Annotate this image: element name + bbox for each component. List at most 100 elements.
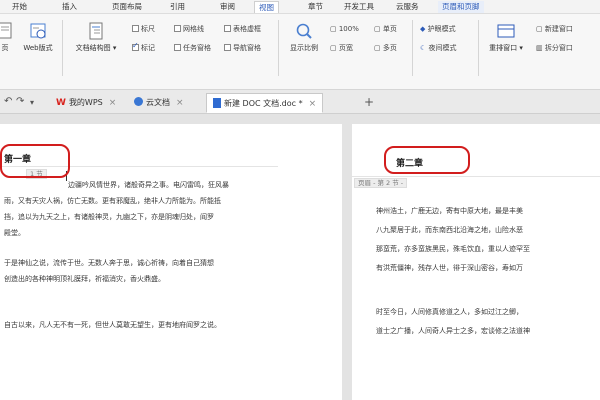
task-pane-checkbox[interactable]: 任务窗格 <box>174 43 211 53</box>
menu-tab-references[interactable]: 引用 <box>166 1 189 13</box>
highlight-annotation <box>0 144 70 178</box>
marks-checkbox[interactable]: 标记 <box>132 41 155 53</box>
gridlines-label: 网格线 <box>183 25 204 33</box>
page-left[interactable]: 第一章 1 节 边疆吟风情世界，诸般奇异之事。电闪雷鸣，狂风暴 雨，又有天灾人祸… <box>0 124 342 400</box>
checkbox-icon <box>174 25 181 32</box>
close-icon[interactable]: × <box>176 98 184 108</box>
read-mode-label: 页 <box>1 44 9 52</box>
chevron-down-icon: ▾ <box>110 44 117 52</box>
tab-my-wps-label: 我的WPS <box>68 98 103 107</box>
gridlines-checkbox[interactable]: 网格线 <box>174 24 204 34</box>
paragraph-line: 自古以来，凡人无不有一死，但世人莫敢无望生，更有地府阎罗之说。 <box>4 321 221 329</box>
close-icon[interactable]: × <box>109 98 117 108</box>
checkbox-icon <box>224 25 231 32</box>
menu-tab-cloud[interactable]: 云服务 <box>392 1 423 13</box>
marks-label: 标记 <box>141 44 155 52</box>
wps-logo-icon: W <box>56 98 66 108</box>
tab-cloud-docs[interactable]: 云文档 × <box>128 93 190 113</box>
ribbon: 页 Web版式 文档结构图 ▾ 标尺 网格线 表格虚框 标记 任务窗格 导航窗格… <box>0 14 600 90</box>
page-width-label: 页宽 <box>338 44 353 52</box>
zoom-button[interactable]: 显示比例 <box>284 22 324 53</box>
outline-button[interactable]: 文档结构图 ▾ <box>68 22 124 53</box>
table-gridlines-checkbox[interactable]: 表格虚框 <box>224 24 261 34</box>
new-window-button[interactable]: ▢ 新建窗口 <box>536 24 573 34</box>
header-section-tag: 页眉 - 第 2 节 - <box>354 178 408 188</box>
cloud-icon <box>134 97 143 106</box>
task-pane-label: 任务窗格 <box>183 44 211 52</box>
zoom-100-label: 100% <box>338 25 359 33</box>
magnifier-icon <box>296 23 312 39</box>
eye-protect-button[interactable]: ◆ 护眼模式 <box>420 24 456 34</box>
highlight-annotation <box>384 146 470 174</box>
paragraph-line: 那蛮荒，亦多蛮族黑民，殊毛饮血，重以人迹罕至 <box>376 245 530 253</box>
paragraph-line: 雨，又有天灾人祸，仿亡无数。更有邪魔乱，绝非人力所能为。所能抵 <box>4 197 221 205</box>
read-mode-button[interactable]: 页 <box>0 22 16 53</box>
web-layout-button[interactable]: Web版式 <box>20 22 56 53</box>
split-window-label: 拆分窗口 <box>544 44 573 52</box>
ribbon-separator <box>62 20 63 76</box>
paragraph-line: 有洪荒僵神，残存人世，徘于深山密谷，寿如万 <box>376 264 523 272</box>
menu-tab-insert[interactable]: 插入 <box>58 1 81 13</box>
undo-icon[interactable]: ↶ <box>4 96 12 107</box>
page-width-button[interactable]: ▢ 页宽 <box>330 43 353 53</box>
chevron-down-icon: ▾ <box>517 44 523 52</box>
rearrange-windows-button[interactable]: 重排窗口 ▾ <box>484 22 528 53</box>
checkbox-icon <box>174 44 181 51</box>
paragraph-line: 挡，追以为九天之上，有诸般神灵，九幽之下，亦是阴魂归处，阎罗 <box>4 213 214 221</box>
menu-tab-page-layout[interactable]: 页面布局 <box>108 1 146 13</box>
paragraph-line: 八九聚居于此，而东南西北沿海之地，山险水恶 <box>376 226 523 234</box>
tab-new-doc-label: 新建 DOC 文档.doc * <box>224 99 303 108</box>
table-gridlines-label: 表格虚框 <box>233 25 261 33</box>
ribbon-separator <box>412 20 413 76</box>
zoom-100-button[interactable]: ▢ 100% <box>330 24 359 34</box>
page-right[interactable]: 第二章 页眉 - 第 2 节 - 神州浩土，广鹿无边，寄有中原大地，最是丰美 八… <box>352 124 600 400</box>
nav-pane-label: 导航窗格 <box>233 44 261 52</box>
night-mode-label: 夜间模式 <box>428 44 457 52</box>
web-layout-label: Web版式 <box>23 44 53 52</box>
night-mode-button[interactable]: ☾ 夜间模式 <box>420 43 457 53</box>
document-area: 第一章 1 节 边疆吟风情世界，诸般奇异之事。电闪雷鸣，狂风暴 雨，又有天灾人祸… <box>0 114 600 400</box>
checkbox-checked-icon <box>132 41 139 51</box>
menu-tab-header-footer[interactable]: 页眉和页脚 <box>438 1 484 13</box>
ribbon-separator <box>478 20 479 76</box>
single-page-button[interactable]: ▢ 单页 <box>374 24 397 34</box>
split-window-button[interactable]: ▥ 拆分窗口 <box>536 43 573 53</box>
redo-icon[interactable]: ↷ <box>16 96 24 107</box>
zoom-label: 显示比例 <box>290 44 318 52</box>
rearrange-label: 重排窗口 <box>489 44 518 52</box>
tab-new-doc[interactable]: 新建 DOC 文档.doc * × <box>206 93 324 113</box>
split-window-icon: ▥ <box>536 44 545 52</box>
single-page-label: 单页 <box>382 25 397 33</box>
checkbox-icon <box>132 25 139 32</box>
page-width-icon: ▢ <box>330 44 339 52</box>
rearrange-windows-icon <box>497 24 515 38</box>
document-icon <box>213 98 221 108</box>
nav-pane-checkbox[interactable]: 导航窗格 <box>224 43 261 53</box>
paragraph-line: 于是神仙之说，流传于世。无数人奔于思，诚心祈祷，向着自己猜想 <box>4 259 214 267</box>
paragraph-line: 创造出的各种神明顶礼膜拜，祈福消灾，香火鼎盛。 <box>4 275 165 283</box>
multi-page-icon: ▢ <box>374 44 383 52</box>
ruler-checkbox[interactable]: 标尺 <box>132 24 155 34</box>
tab-my-wps[interactable]: W 我的WPS × <box>50 93 122 113</box>
menu-tab-home[interactable]: 开始 <box>8 1 31 13</box>
new-window-label: 新建窗口 <box>544 25 573 33</box>
multi-page-button[interactable]: ▢ 多页 <box>374 43 397 53</box>
menu-tab-view[interactable]: 视图 <box>254 1 279 13</box>
multi-page-label: 多页 <box>382 44 397 52</box>
tab-cloud-docs-label: 云文档 <box>146 98 170 107</box>
document-outline-icon <box>89 22 103 40</box>
close-icon[interactable]: × <box>309 99 317 109</box>
moon-icon: ☾ <box>420 44 429 52</box>
chevron-down-icon[interactable]: ▾ <box>30 98 34 107</box>
menu-tab-review[interactable]: 审阅 <box>216 1 239 13</box>
menu-tab-chapter[interactable]: 章节 <box>304 1 327 13</box>
zoom-100-icon: ▢ <box>330 25 339 33</box>
read-mode-icon <box>0 22 12 39</box>
single-page-icon: ▢ <box>374 25 383 33</box>
ribbon-separator <box>278 20 279 76</box>
menu-tab-developer[interactable]: 开发工具 <box>340 1 378 13</box>
document-tab-strip: ↶ ↷ ▾ W 我的WPS × 云文档 × 新建 DOC 文档.doc * × <box>0 90 600 114</box>
web-layout-icon <box>30 23 46 39</box>
menu-bar: 开始 插入 页面布局 引用 审阅 视图 章节 开发工具 云服务 页眉和页脚 <box>0 0 600 14</box>
new-tab-button[interactable]: + <box>364 95 374 109</box>
